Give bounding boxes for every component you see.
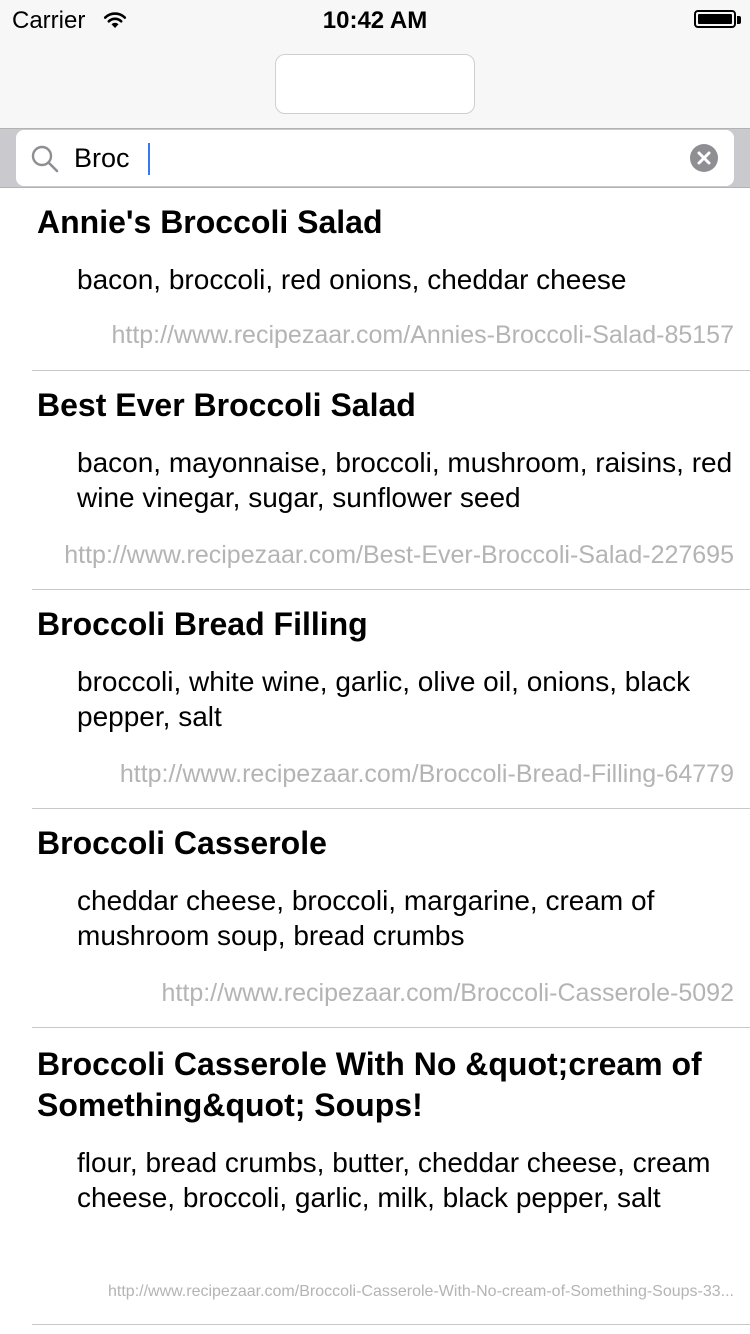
text-caret bbox=[148, 143, 150, 175]
list-item[interactable]: Broccoli Casserole cheddar cheese, brocc… bbox=[0, 809, 750, 1028]
recipe-url: http://www.recipezaar.com/Broccoli-Casse… bbox=[161, 979, 734, 1007]
clock: 10:42 AM bbox=[322, 7, 428, 34]
row-separator bbox=[32, 1324, 750, 1325]
recipe-title: Broccoli Casserole With No &quot;cream o… bbox=[37, 1046, 702, 1123]
list-item[interactable]: Annie's Broccoli Salad bacon, broccoli, … bbox=[0, 188, 750, 371]
search-field[interactable] bbox=[16, 130, 734, 186]
recipe-ingredients: cheddar cheese, broccoli, margarine, cre… bbox=[77, 885, 655, 951]
search-bar bbox=[0, 129, 750, 188]
nav-title-field[interactable] bbox=[275, 54, 475, 114]
recipe-title: Best Ever Broccoli Salad bbox=[37, 387, 416, 423]
battery-tip bbox=[737, 16, 741, 24]
screen: Carrier 10:42 AM Broc Annie's Broccoli S… bbox=[0, 0, 750, 1334]
recipe-url: http://www.recipezaar.com/Broccoli-Bread… bbox=[119, 760, 734, 788]
recipe-url: http://www.recipezaar.com/Broccoli-Casse… bbox=[108, 1283, 734, 1300]
magnifying-glass-icon bbox=[31, 145, 59, 173]
recipe-title: Broccoli Bread Filling bbox=[37, 606, 368, 642]
battery-icon bbox=[694, 10, 736, 28]
results-list: Annie's Broccoli Salad bacon, broccoli, … bbox=[0, 188, 750, 1325]
recipe-ingredients: flour, bread crumbs, butter, cheddar che… bbox=[77, 1147, 711, 1213]
recipe-title: Annie's Broccoli Salad bbox=[37, 204, 383, 240]
clear-x-icon[interactable] bbox=[690, 144, 718, 172]
recipe-ingredients: bacon, broccoli, red onions, cheddar che… bbox=[77, 264, 627, 295]
recipe-url: http://www.recipezaar.com/Best-Ever-Broc… bbox=[64, 541, 734, 569]
list-item[interactable]: Broccoli Bread Filling broccoli, white w… bbox=[0, 590, 750, 809]
recipe-url: http://www.recipezaar.com/Annies-Broccol… bbox=[111, 321, 734, 349]
recipe-ingredients: bacon, mayonnaise, broccoli, mushroom, r… bbox=[77, 447, 733, 513]
navigation-bar bbox=[0, 40, 750, 129]
recipe-title: Broccoli Casserole bbox=[37, 825, 327, 861]
list-item[interactable]: Broccoli Casserole With No &quot;cream o… bbox=[0, 1028, 750, 1325]
status-bar: Carrier 10:42 AM bbox=[0, 0, 750, 40]
search-input[interactable] bbox=[74, 136, 674, 180]
list-item[interactable]: Best Ever Broccoli Salad bacon, mayonnai… bbox=[0, 371, 750, 590]
recipe-ingredients: broccoli, white wine, garlic, olive oil,… bbox=[77, 666, 691, 732]
